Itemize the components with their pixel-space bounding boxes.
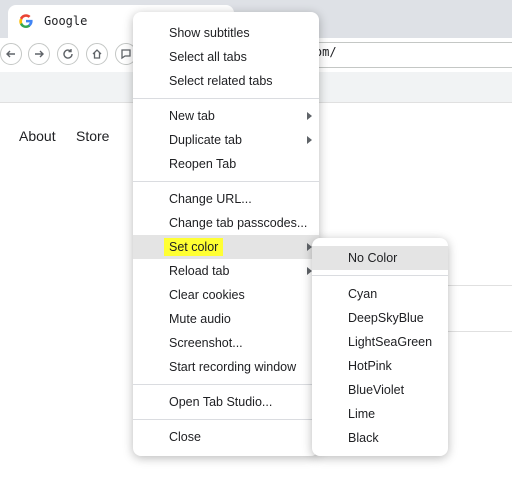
color-submenu: No Color Cyan DeepSkyBlue LightSeaGreen … (312, 238, 448, 456)
store-link[interactable]: Store (76, 128, 109, 144)
menu-item-select-all-tabs[interactable]: Select all tabs (133, 45, 319, 69)
menu-item-label: Select all tabs (169, 50, 247, 64)
menu-item-label: Reopen Tab (169, 157, 237, 171)
menu-item-label: Mute audio (169, 312, 231, 326)
menu-item-mute-audio[interactable]: Mute audio (133, 307, 319, 331)
menu-item-label: Change tab passcodes... (169, 216, 308, 230)
menu-separator (133, 419, 319, 420)
color-option-lightseagreen[interactable]: LightSeaGreen (312, 330, 448, 354)
color-option-cyan[interactable]: Cyan (312, 282, 448, 306)
menu-separator (133, 384, 319, 385)
menu-item-change-url[interactable]: Change URL... (133, 187, 319, 211)
menu-item-label: Show subtitles (169, 26, 250, 40)
back-button[interactable] (0, 43, 22, 65)
google-icon (19, 14, 33, 28)
menu-item-duplicate-tab[interactable]: Duplicate tab (133, 128, 319, 152)
menu-item-show-subtitles[interactable]: Show subtitles (133, 21, 319, 45)
menu-item-change-tab-passcodes[interactable]: Change tab passcodes... (133, 211, 319, 235)
menu-item-open-tab-studio[interactable]: Open Tab Studio... (133, 390, 319, 414)
context-menu: Show subtitles Select all tabs Select re… (133, 12, 319, 456)
menu-separator (133, 181, 319, 182)
menu-item-close[interactable]: Close (133, 425, 319, 449)
menu-item-label: Set color (164, 238, 224, 256)
color-option-blueviolet[interactable]: BlueViolet (312, 378, 448, 402)
menu-item-label: Change URL... (169, 192, 252, 206)
menu-separator (312, 275, 448, 276)
menu-item-label: New tab (169, 109, 215, 123)
chevron-right-icon (307, 136, 312, 144)
reload-button[interactable] (57, 43, 79, 65)
color-option-no-color[interactable]: No Color (312, 246, 448, 270)
color-option-hotpink[interactable]: HotPink (312, 354, 448, 378)
color-option-lime[interactable]: Lime (312, 402, 448, 426)
color-option-deepskyblue[interactable]: DeepSkyBlue (312, 306, 448, 330)
about-link[interactable]: About (19, 128, 56, 144)
menu-item-label: Open Tab Studio... (169, 395, 273, 409)
menu-item-label: Close (169, 430, 201, 444)
menu-item-label: Select related tabs (169, 74, 273, 88)
home-button[interactable] (86, 43, 108, 65)
menu-item-label: Clear cookies (169, 288, 245, 302)
menu-item-clear-cookies[interactable]: Clear cookies (133, 283, 319, 307)
menu-item-reload-tab[interactable]: Reload tab (133, 259, 319, 283)
menu-item-label: Start recording window (169, 360, 297, 374)
menu-item-start-recording-window[interactable]: Start recording window (133, 355, 319, 379)
reload-icon (63, 49, 73, 59)
menu-item-label: Screenshot... (169, 336, 243, 350)
menu-item-set-color[interactable]: Set color (133, 235, 319, 259)
arrow-right-icon (35, 50, 44, 58)
divider (446, 331, 512, 332)
tab-title: Google (44, 14, 88, 28)
menu-item-select-related-tabs[interactable]: Select related tabs (133, 69, 319, 93)
menu-item-new-tab[interactable]: New tab (133, 104, 319, 128)
menu-separator (133, 98, 319, 99)
forward-button[interactable] (28, 43, 50, 65)
home-icon (92, 49, 102, 59)
menu-item-screenshot[interactable]: Screenshot... (133, 331, 319, 355)
menu-item-label: Reload tab (169, 264, 230, 278)
chevron-right-icon (307, 112, 312, 120)
arrow-left-icon (6, 50, 15, 58)
divider (446, 285, 512, 286)
color-option-black[interactable]: Black (312, 426, 448, 450)
menu-item-label: Duplicate tab (169, 133, 242, 147)
chat-icon (121, 49, 131, 60)
menu-item-reopen-tab[interactable]: Reopen Tab (133, 152, 319, 176)
